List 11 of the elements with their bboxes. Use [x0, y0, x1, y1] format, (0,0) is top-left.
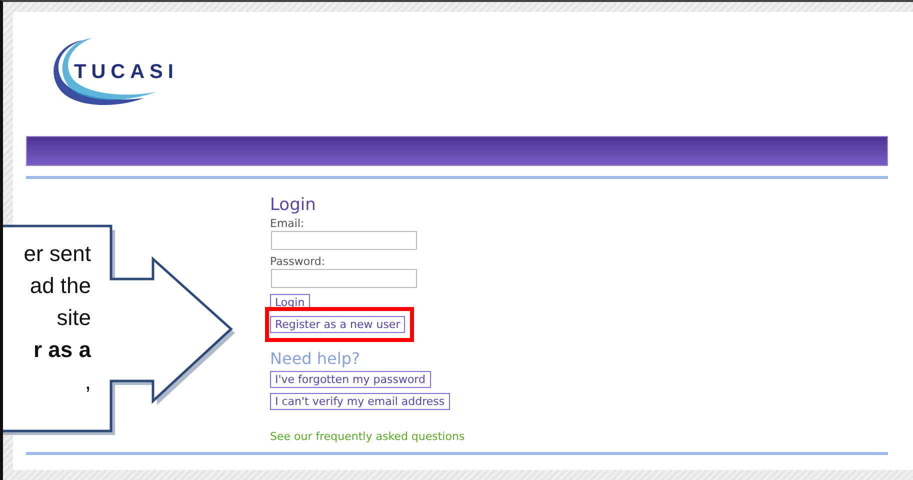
help-heading: Need help?	[270, 349, 360, 368]
password-field[interactable]	[271, 269, 417, 288]
email-field[interactable]	[271, 231, 417, 250]
logo-text: TUCASI	[74, 60, 178, 84]
login-heading: Login	[270, 195, 316, 215]
help-button[interactable]: I've forgotten my password	[270, 371, 430, 388]
field-label: Email:	[270, 217, 304, 230]
register-button[interactable]: Register as a new user	[270, 316, 406, 333]
field-label: Password:	[270, 255, 326, 268]
callout-text: er sent ad the site r as a ,	[22, 240, 91, 396]
help-button[interactable]: I can't verify my email address	[270, 393, 450, 410]
